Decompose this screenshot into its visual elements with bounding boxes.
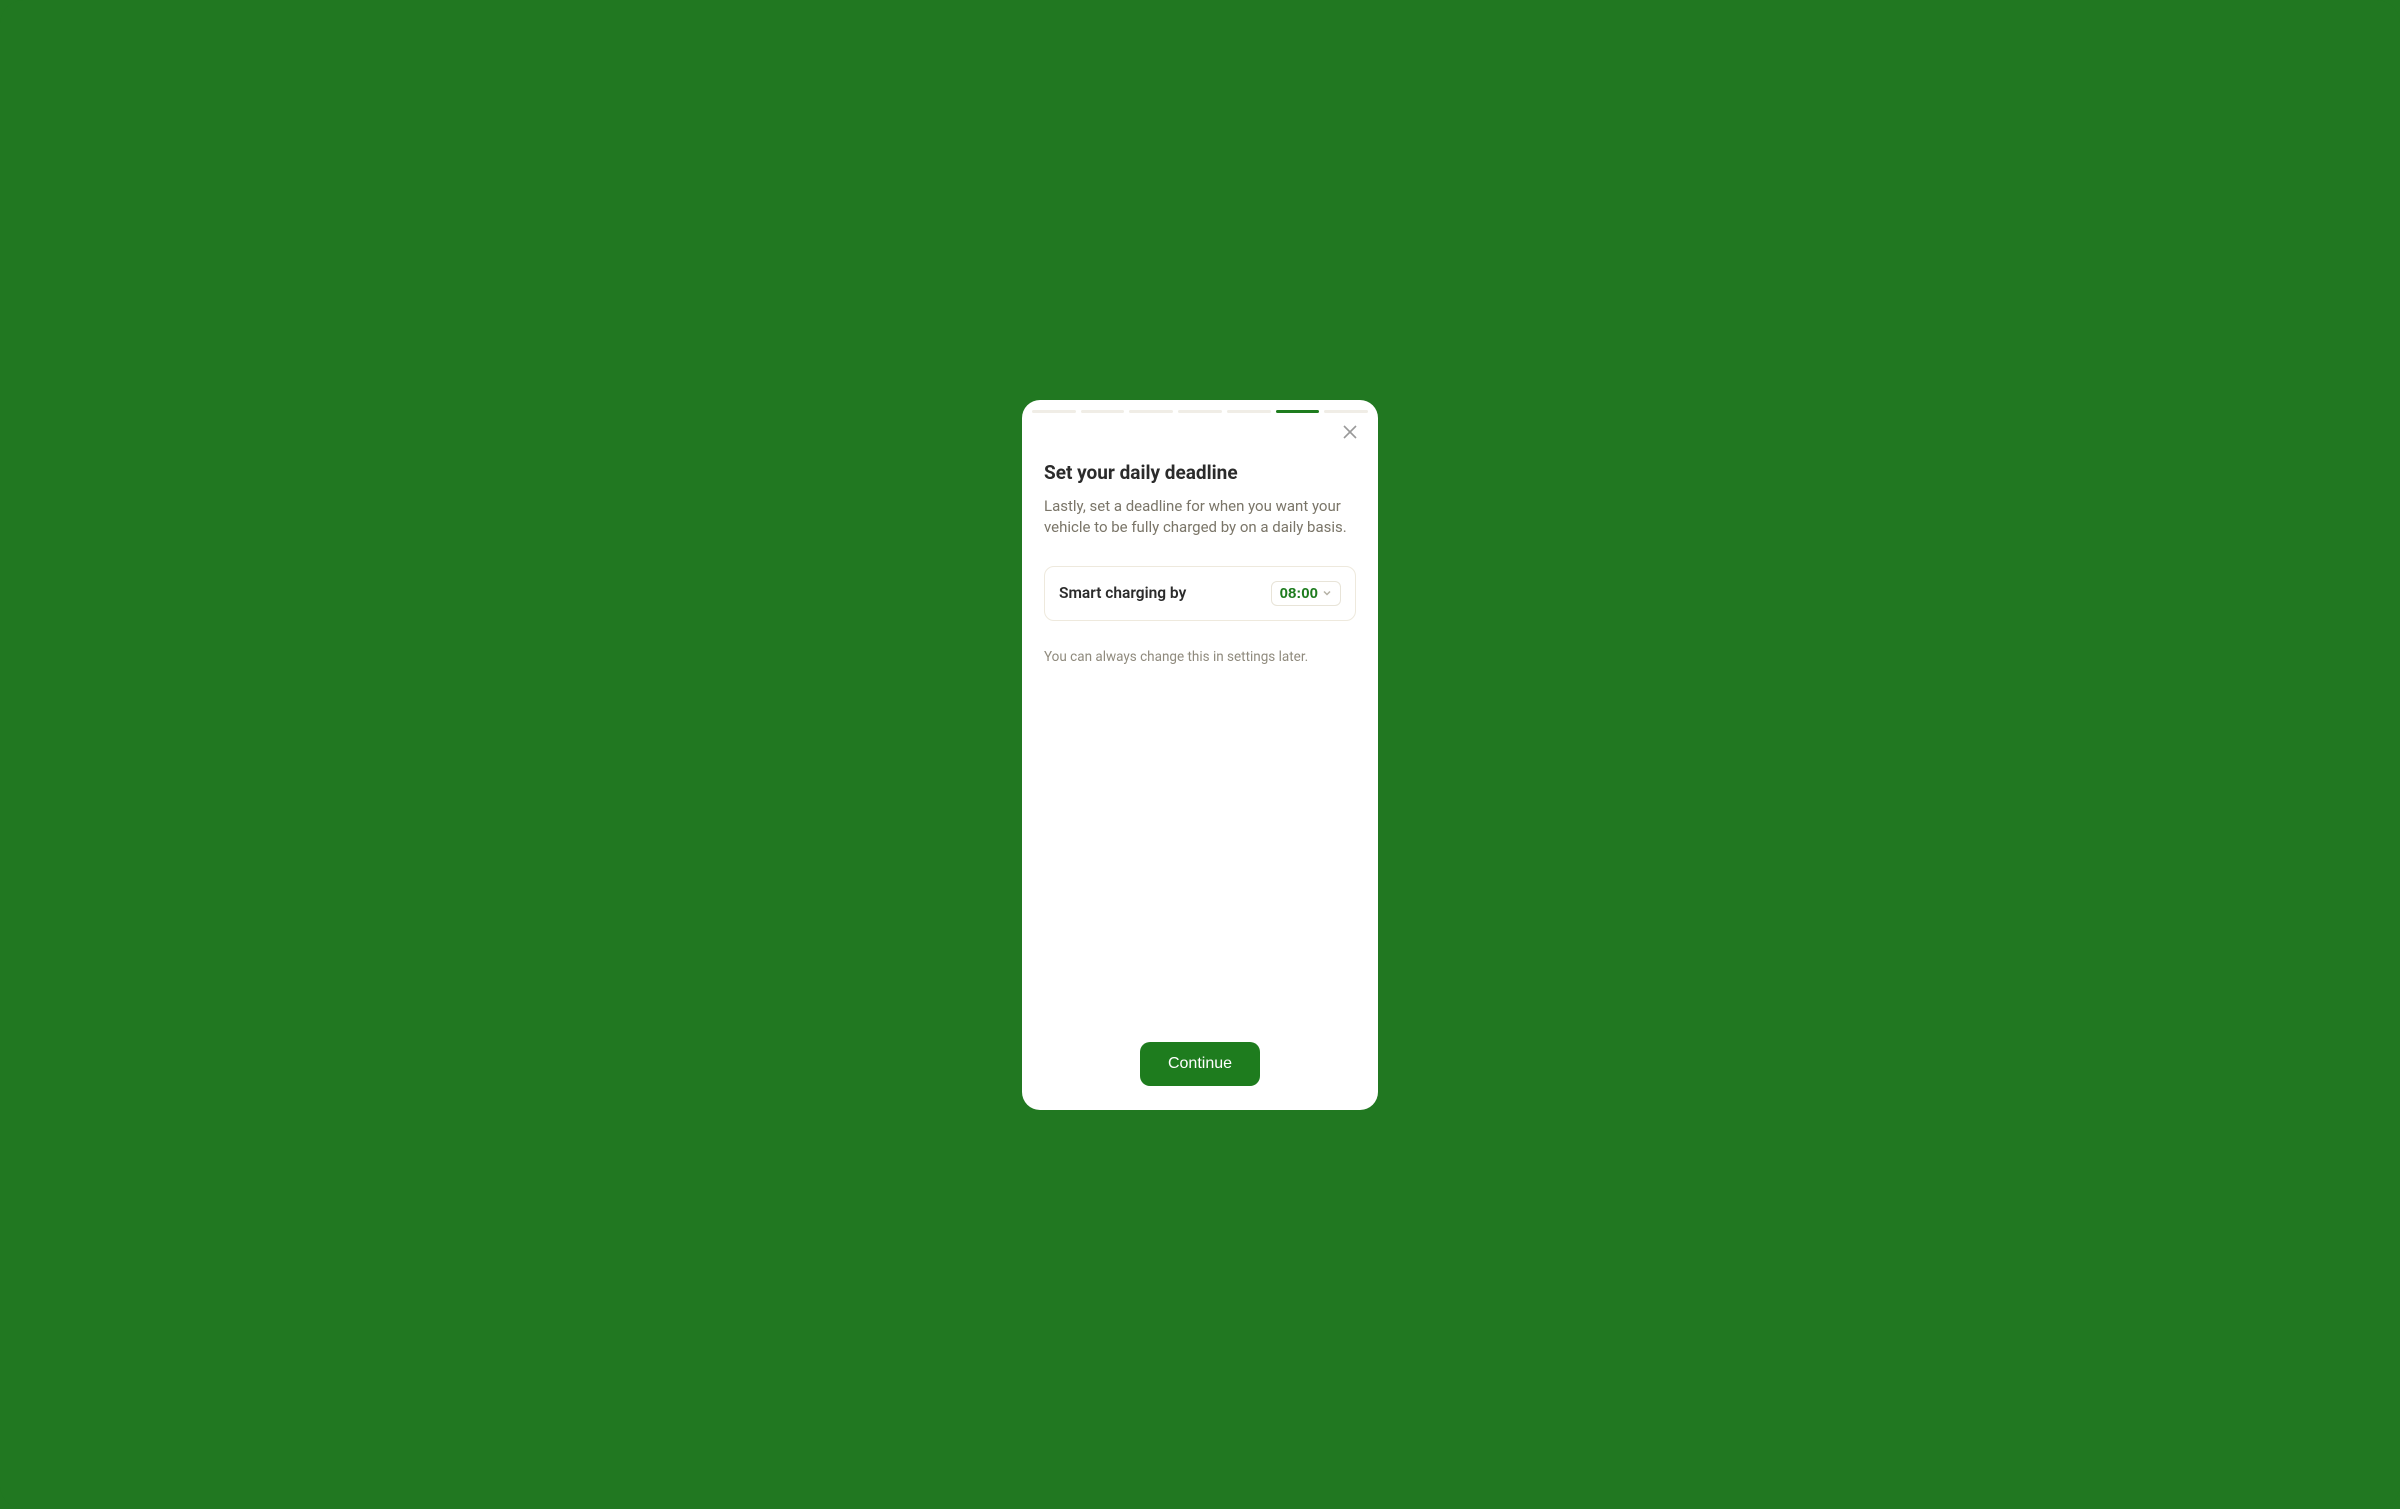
close-icon [1342, 424, 1358, 440]
field-label: Smart charging by [1059, 584, 1186, 602]
modal-footer: Continue [1022, 1042, 1378, 1110]
progress-bar [1022, 400, 1378, 413]
page-title: Set your daily deadline [1044, 461, 1356, 484]
chevron-down-icon [1322, 588, 1332, 598]
onboarding-modal: Set your daily deadline Lastly, set a de… [1022, 400, 1378, 1110]
continue-button[interactable]: Continue [1140, 1042, 1260, 1086]
time-picker[interactable]: 08:00 [1271, 581, 1341, 606]
helper-text: You can always change this in settings l… [1044, 649, 1356, 665]
page-background: Set your daily deadline Lastly, set a de… [0, 0, 2400, 1509]
time-value: 08:00 [1280, 585, 1318, 602]
close-button[interactable] [1340, 422, 1360, 442]
modal-content: Set your daily deadline Lastly, set a de… [1022, 413, 1378, 1042]
page-description: Lastly, set a deadline for when you want… [1044, 496, 1356, 538]
continue-button-label: Continue [1168, 1055, 1232, 1072]
time-field-card: Smart charging by 08:00 [1044, 566, 1356, 621]
